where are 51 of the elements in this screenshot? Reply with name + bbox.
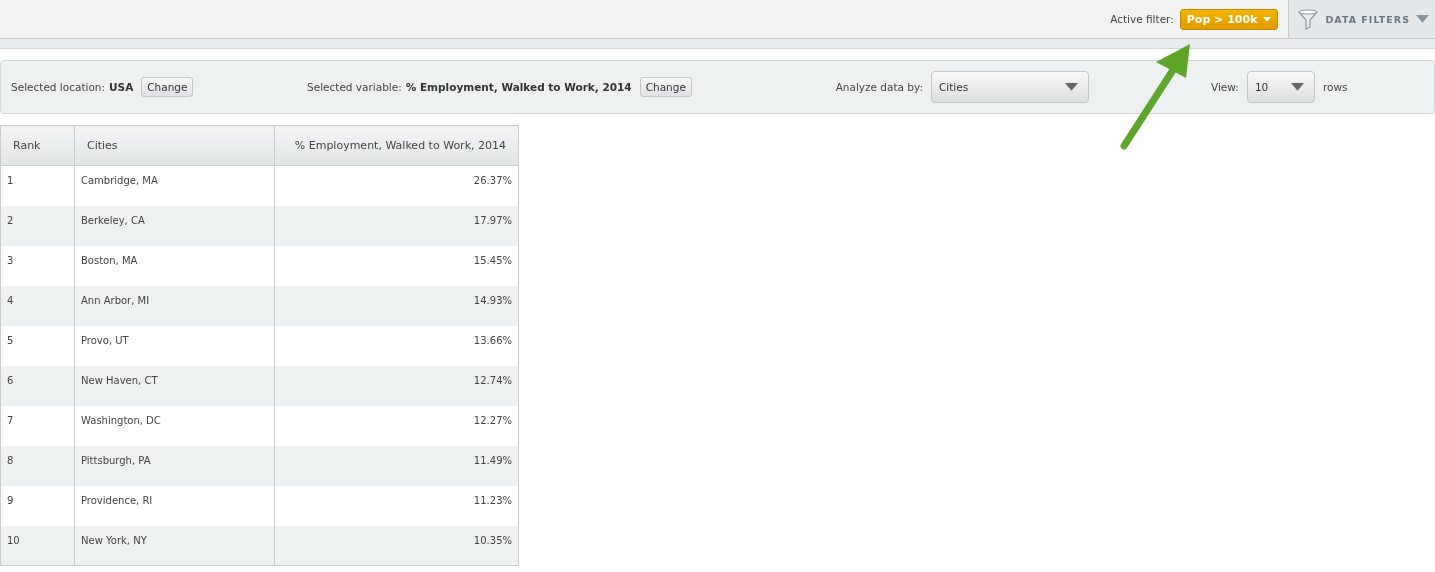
caret-icon xyxy=(1416,15,1429,23)
funnel-icon xyxy=(1297,8,1320,30)
table-cell: 14.93% xyxy=(274,285,519,326)
rows-dropdown[interactable]: 10 xyxy=(1246,71,1315,103)
analyze-label: Analyze data by: xyxy=(835,81,923,93)
table-cell: 5 xyxy=(0,325,75,366)
rows-label: rows xyxy=(1322,81,1348,93)
location-label: Selected location: xyxy=(11,81,106,93)
table-cell: 26.37% xyxy=(274,165,519,206)
variable-label: Selected variable: xyxy=(307,81,402,93)
table-cell: 4 xyxy=(0,285,75,326)
table-cell: Pittsburgh, PA xyxy=(74,445,275,486)
column-header[interactable]: Cities xyxy=(74,125,275,166)
analyze-dropdown[interactable]: Cities xyxy=(931,71,1089,103)
table-cell: Berkeley, CA xyxy=(74,205,275,246)
active-filter-label: Active filter: xyxy=(1110,13,1174,25)
table-cell: New Haven, CT xyxy=(74,365,275,406)
table-cell: Providence, RI xyxy=(74,485,275,526)
column-header[interactable]: Rank xyxy=(0,125,75,166)
table-cell: 12.74% xyxy=(274,365,519,406)
table-cell: Washington, DC xyxy=(74,405,275,446)
table-cell: 6 xyxy=(0,365,75,406)
table-cell: 15.45% xyxy=(274,245,519,286)
variable-value: % Employment, Walked to Work, 2014 xyxy=(405,81,632,93)
table-cell: 3 xyxy=(0,245,75,286)
table-cell: Provo, UT xyxy=(74,325,275,366)
table-cell: 7 xyxy=(0,405,75,446)
table-cell: Boston, MA xyxy=(74,245,275,286)
data-filters-button[interactable]: DATA FILTERS xyxy=(1288,0,1435,38)
table-cell: 10.35% xyxy=(274,525,519,566)
caret-icon xyxy=(1263,16,1272,22)
change-button[interactable]: Change xyxy=(639,77,692,97)
location-value: USA xyxy=(109,81,134,93)
table-cell: 10 xyxy=(0,525,75,566)
table-cell: New York, NY xyxy=(74,525,275,566)
table-cell: 11.49% xyxy=(274,445,519,486)
table-cell: 2 xyxy=(0,205,75,246)
table-cell: 13.66% xyxy=(274,325,519,366)
table-cell: 12.27% xyxy=(274,405,519,446)
table-cell: 9 xyxy=(0,485,75,526)
view-label: View: xyxy=(1211,81,1239,93)
table-cell: 1 xyxy=(0,165,75,206)
caret-icon xyxy=(1290,83,1304,91)
table-cell: Ann Arbor, MI xyxy=(74,285,275,326)
caret-icon xyxy=(1065,83,1078,91)
table-cell: 17.97% xyxy=(274,205,519,246)
change-button[interactable]: Change xyxy=(141,77,194,97)
table-cell: Cambridge, MA xyxy=(74,165,275,206)
table-cell: 8 xyxy=(0,445,75,486)
table-cell: 11.23% xyxy=(274,485,519,526)
column-header[interactable]: % Employment, Walked to Work, 2014 xyxy=(274,125,519,166)
